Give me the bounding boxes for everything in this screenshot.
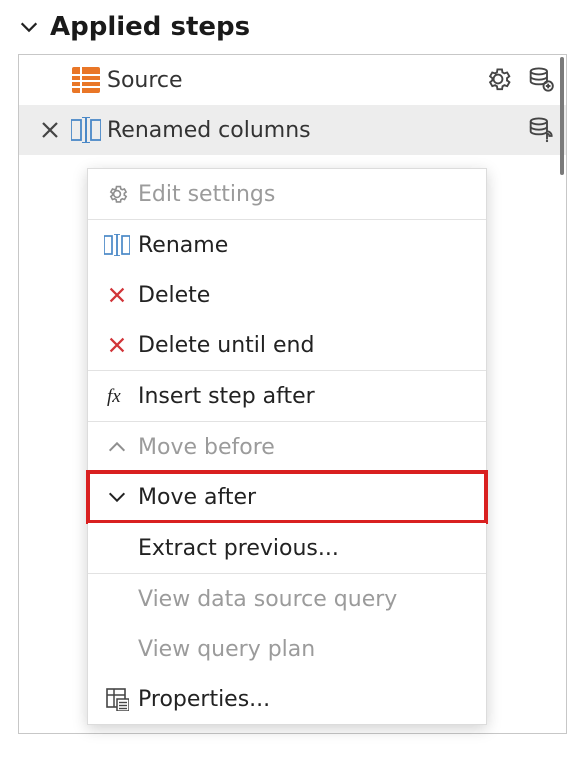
menu-delete-until-end[interactable]: Delete until end [88, 320, 486, 370]
menu-item-label: Edit settings [136, 182, 472, 207]
table-icon [69, 67, 103, 93]
svg-text:fx: fx [107, 386, 121, 407]
database-icon[interactable] [526, 65, 556, 95]
step-name: Source [107, 68, 484, 93]
rename-icon [98, 234, 136, 256]
fx-icon: fx [98, 384, 136, 408]
database-query-icon[interactable] [526, 115, 556, 145]
menu-insert-step-after[interactable]: fx Insert step after [88, 371, 486, 421]
scroll-thumb[interactable] [560, 57, 564, 175]
applied-steps-header[interactable]: Applied steps [0, 0, 585, 48]
delete-x-icon [98, 284, 136, 306]
menu-item-label: Move after [136, 485, 472, 510]
menu-move-after[interactable]: Move after [88, 472, 486, 522]
menu-item-label: Delete until end [136, 333, 472, 358]
step-row[interactable]: Renamed columns [19, 105, 566, 155]
menu-rename[interactable]: Rename [88, 220, 486, 270]
step-name: Renamed columns [107, 118, 526, 143]
chevron-down-icon [18, 16, 40, 38]
menu-delete[interactable]: Delete [88, 270, 486, 320]
menu-item-label: Insert step after [136, 384, 472, 409]
step-row[interactable]: Source [19, 55, 566, 105]
gear-icon[interactable] [484, 65, 514, 95]
menu-properties[interactable]: Properties... [88, 674, 486, 724]
menu-item-label: Rename [136, 233, 472, 258]
delete-x-icon [98, 334, 136, 356]
applied-steps-title: Applied steps [50, 12, 250, 42]
menu-extract-previous[interactable]: Extract previous... [88, 523, 486, 573]
menu-view-data-source-query: View data source query [88, 574, 486, 624]
menu-item-label: Extract previous... [136, 536, 472, 561]
menu-move-before: Move before [88, 422, 486, 472]
menu-item-label: Delete [136, 283, 472, 308]
chevron-down-icon [98, 486, 136, 508]
menu-item-label: Properties... [136, 687, 472, 712]
gear-icon [98, 182, 136, 206]
menu-item-label: View data source query [136, 587, 472, 612]
menu-item-label: Move before [136, 435, 472, 460]
menu-item-label: View query plan [136, 637, 472, 662]
step-context-menu: Edit settings Rename Delete [87, 168, 487, 725]
menu-edit-settings: Edit settings [88, 169, 486, 219]
applied-steps-panel: Source [18, 54, 567, 734]
properties-icon [98, 687, 136, 711]
delete-step-button[interactable] [31, 118, 69, 142]
chevron-up-icon [98, 436, 136, 458]
rename-columns-icon [69, 117, 103, 143]
menu-view-query-plan: View query plan [88, 624, 486, 674]
